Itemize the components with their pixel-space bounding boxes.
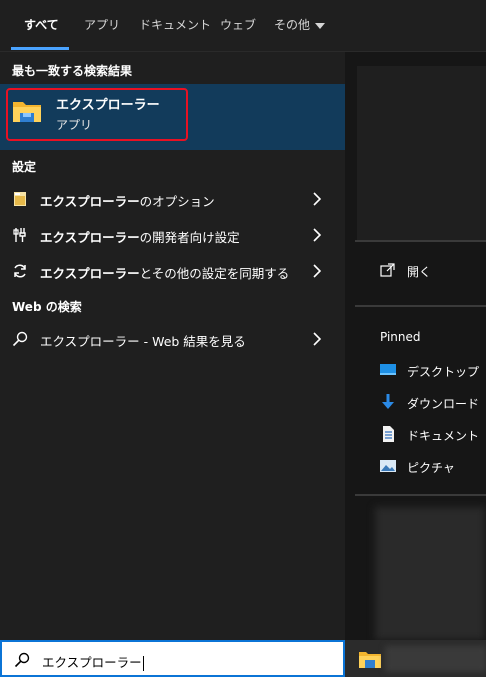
file-explorer-icon[interactable] [359,650,381,668]
settings-item-label: エクスプローラーとその他の設定を同期する [40,266,290,281]
chevron-right-icon [313,228,321,242]
highlight-outline [6,88,188,141]
search-icon [12,331,28,347]
tab-web[interactable]: ウェブ [218,0,258,51]
open-icon [380,263,395,277]
pictures-icon [380,460,396,472]
tab-more[interactable]: その他 [272,0,327,51]
text-caret [142,656,144,671]
settings-item-label: エクスプローラーの開発者向け設定 [40,230,240,245]
web-search-heading: Web の検索 [12,300,82,314]
tab-documents[interactable]: ドキュメント [137,0,213,51]
pinned-desktop[interactable]: デスクトップ [407,363,479,380]
tab-apps[interactable]: アプリ [82,0,122,51]
chevron-right-icon [313,332,321,346]
divider [355,305,486,307]
search-input[interactable]: エクスプローラー [42,652,144,671]
blurred-content [375,507,485,640]
pinned-downloads[interactable]: ダウンロード [407,395,479,412]
chevron-right-icon [313,264,321,278]
web-search-label: エクスプローラー - Web 結果を見る [40,334,246,349]
search-icon [14,652,30,668]
document-icon [383,426,394,442]
divider [355,494,486,496]
download-icon [382,394,394,409]
pinned-documents[interactable]: ドキュメント [407,427,479,444]
blurred-taskbar-icons [385,646,486,672]
search-tabs: すべて アプリ ドキュメント ウェブ その他 [0,0,486,51]
app-preview-area [357,66,486,240]
desktop-icon [380,364,396,375]
open-action[interactable]: 開く [407,263,431,280]
preview-panel: 開く Pinned デスクトップ ダウンロード ドキュメント ピクチャ [345,52,486,640]
pinned-pictures[interactable]: ピクチャ [407,459,455,476]
options-icon [14,192,26,206]
taskbar [345,640,486,677]
settings-heading: 設定 [12,160,37,174]
developer-tools-icon [13,228,26,242]
chevron-down-icon [315,22,326,29]
web-search-result[interactable]: エクスプローラー - Web 結果を見る [0,323,345,355]
active-tab-indicator [11,47,69,50]
sync-icon [14,264,26,278]
chevron-right-icon [313,192,321,206]
best-match-result[interactable]: エクスプローラー アプリ [0,84,345,150]
search-box[interactable]: エクスプローラー [0,640,345,677]
settings-item-options[interactable]: エクスプローラーのオプション [0,183,345,215]
divider [355,240,486,242]
tab-all[interactable]: すべて [22,0,61,51]
best-match-heading: 最も一致する検索結果 [12,64,133,78]
pinned-heading: Pinned [380,330,421,344]
settings-item-developer[interactable]: エクスプローラーの開発者向け設定 [0,219,345,251]
settings-item-sync[interactable]: エクスプローラーとその他の設定を同期する [0,255,345,287]
settings-item-label: エクスプローラーのオプション [40,194,215,209]
results-panel: 最も一致する検索結果 エクスプローラー アプリ 設定 エクスプローラーのオプショ… [0,52,345,640]
tab-more-label: その他 [274,18,311,32]
